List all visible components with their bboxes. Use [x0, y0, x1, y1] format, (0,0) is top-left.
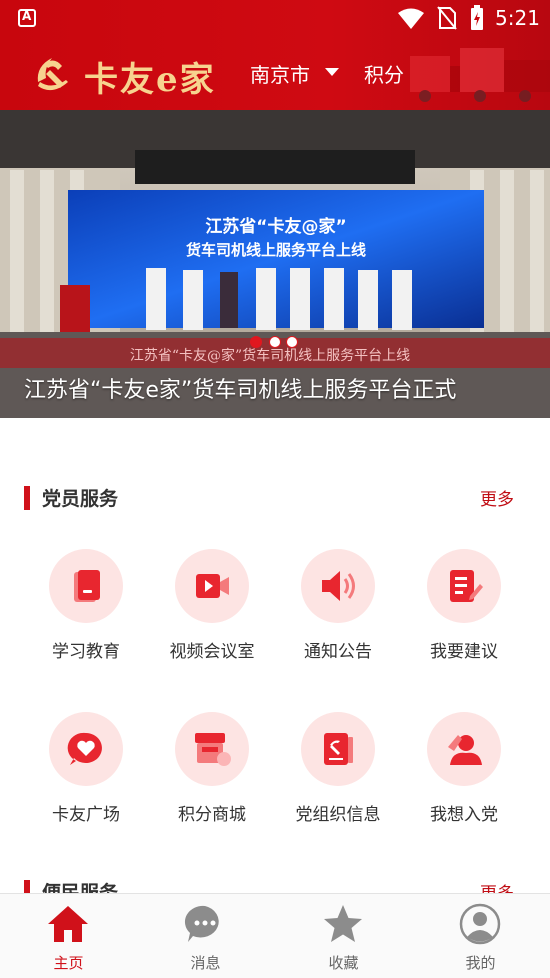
service-join-party[interactable]: 我想入党: [401, 712, 527, 842]
nav-messages[interactable]: 消息: [137, 894, 274, 978]
carousel-dot[interactable]: [286, 336, 298, 348]
top-bar: 5:21 卡友e家 南京市 积分: [0, 0, 550, 110]
nav-label: 收藏: [328, 954, 359, 972]
service-notice[interactable]: 通知公告: [275, 549, 401, 679]
icon-circle: [427, 549, 501, 623]
service-label: 积分商城: [178, 805, 246, 825]
service-party-org[interactable]: 党组织信息: [275, 712, 401, 842]
party-services-header: 党员服务 更多: [0, 484, 550, 514]
nav-label: 我的: [465, 954, 496, 972]
star-icon: [324, 905, 362, 942]
service-label: 通知公告: [304, 642, 372, 662]
user-icon: [459, 903, 501, 945]
status-bar: 5:21: [0, 0, 550, 38]
icon-circle: [175, 712, 249, 786]
nav-home[interactable]: 主页: [0, 894, 137, 978]
nav-favorites[interactable]: 收藏: [275, 894, 412, 978]
carousel-dot[interactable]: [250, 336, 262, 348]
icon-circle: [175, 549, 249, 623]
icon-circle: [301, 712, 375, 786]
service-square[interactable]: 卡友广场: [23, 712, 149, 842]
party-emblem-icon: [37, 58, 68, 91]
book-icon: [74, 570, 100, 602]
icon-circle: [427, 712, 501, 786]
app-header: 卡友e家 南京市 积分: [0, 38, 550, 110]
banner-floor-text: 江苏省“卡友@家”货车司机线上服务平台上线: [130, 347, 410, 364]
service-label: 党组织信息: [295, 805, 381, 825]
icon-circle: [49, 549, 123, 623]
battery-charging-icon: [471, 5, 483, 30]
speaker-icon: [322, 571, 355, 601]
service-suggestion[interactable]: 我要建议: [401, 549, 527, 679]
section-bar: [24, 486, 30, 510]
party-book-icon: [324, 733, 353, 765]
section-title: 党员服务: [42, 488, 119, 510]
banner-carousel[interactable]: 江苏省“卡友@家” 货车司机线上服务平台上线 江苏省“卡友@家”货车司机线上服务…: [0, 110, 550, 418]
status-time: 5:21: [495, 6, 540, 30]
banner-caption[interactable]: 江苏省“卡友e家”货车司机线上服务平台正式: [24, 372, 456, 404]
service-label: 我想入党: [430, 805, 498, 825]
bottom-nav: 主页 消息 收藏 我的: [0, 893, 550, 978]
video-icon: [196, 574, 229, 598]
service-learning[interactable]: 学习教育: [23, 549, 149, 679]
shop-icon: [195, 733, 231, 766]
service-label: 我要建议: [430, 642, 498, 662]
service-video-meeting[interactable]: 视频会议室: [149, 549, 275, 679]
salute-icon: [448, 735, 482, 765]
home-icon: [48, 906, 88, 942]
service-points-mall[interactable]: 积分商城: [149, 712, 275, 842]
wifi-icon: [398, 8, 424, 29]
nav-profile[interactable]: 我的: [412, 894, 549, 978]
no-sim-icon: [437, 6, 457, 30]
more-link[interactable]: 更多: [480, 485, 514, 510]
edit-doc-icon: [450, 570, 483, 602]
city-selector[interactable]: 南京市: [250, 59, 310, 88]
screen-subtitle: 货车司机线上服务平台上线: [186, 241, 366, 259]
points-link[interactable]: 积分: [364, 59, 404, 88]
heart-chat-icon: [67, 732, 102, 765]
nav-label: 主页: [53, 954, 84, 972]
message-icon: [184, 905, 219, 942]
app-notification-icon: [18, 9, 36, 27]
carousel-dot[interactable]: [269, 336, 281, 348]
chevron-down-icon[interactable]: [325, 68, 339, 76]
nav-label: 消息: [190, 954, 221, 972]
service-label: 卡友广场: [52, 805, 120, 825]
icon-circle: [301, 549, 375, 623]
truck-decoration: [410, 48, 550, 102]
service-label: 学习教育: [52, 642, 120, 662]
service-label: 视频会议室: [169, 642, 255, 662]
icon-circle: [49, 712, 123, 786]
app-logo-text: 卡友e家: [84, 60, 216, 100]
screen-title: 江苏省“卡友@家”: [205, 216, 346, 237]
